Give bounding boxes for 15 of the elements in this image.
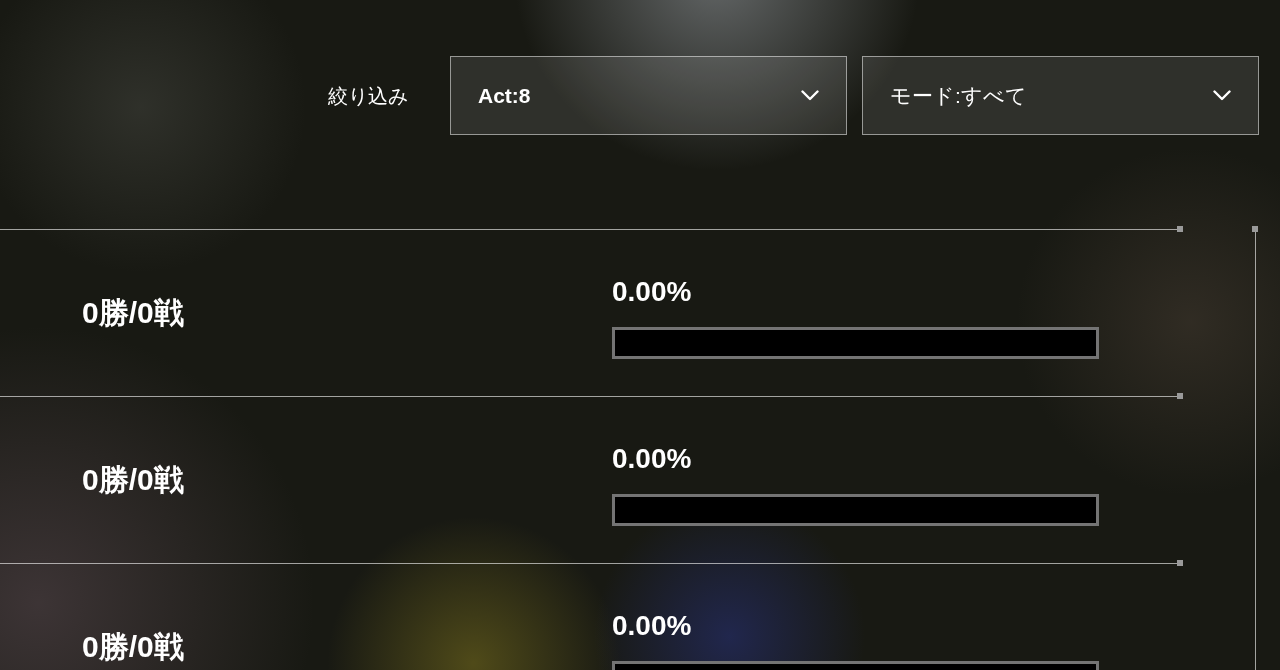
square-marker-icon [1252, 226, 1258, 232]
chevron-down-icon [801, 90, 819, 101]
win-loss-record: 0勝/0戦 [82, 295, 185, 331]
square-marker-icon [1177, 226, 1183, 232]
win-loss-record: 0勝/0戦 [82, 462, 185, 498]
win-rate: 0.00% [612, 609, 693, 643]
win-rate: 0.00% [612, 275, 693, 309]
square-marker-icon [1177, 560, 1183, 566]
filter-dropdown[interactable]: モード:すべて [862, 56, 1259, 135]
filter-label: 絞り込み [328, 83, 408, 109]
win-loss-record: 0勝/0戦 [82, 629, 185, 665]
filter-dropdown[interactable]: Act:8 [450, 56, 847, 135]
chevron-down-icon [1213, 90, 1231, 101]
win-rate: 0.00% [612, 442, 693, 476]
square-marker-icon [1177, 393, 1183, 399]
